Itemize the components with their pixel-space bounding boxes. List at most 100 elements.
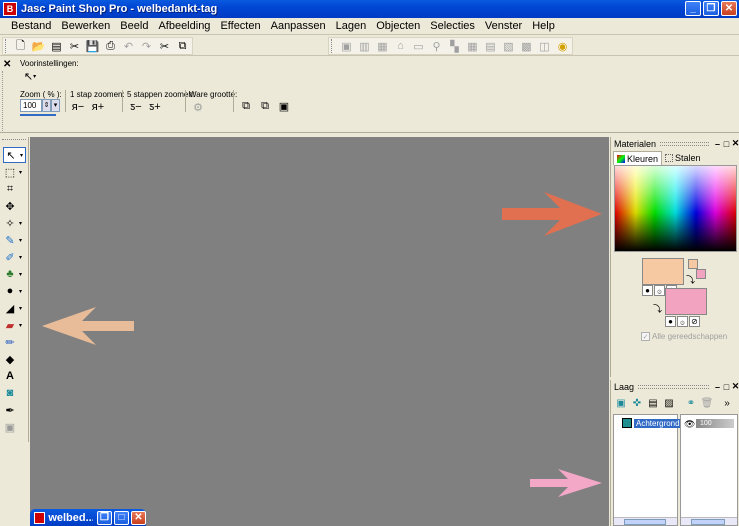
folder-icon[interactable]: ▭ [411, 39, 426, 54]
layers-close-icon[interactable]: ✕ [731, 381, 739, 392]
layers-icon[interactable]: ▤ [483, 39, 498, 54]
swap-materials-icon[interactable]: ⤵ [653, 302, 662, 315]
mini-background-swatch[interactable] [696, 269, 706, 279]
crop-tool[interactable]: ⌗ [3, 181, 26, 197]
new-vector-layer-icon[interactable]: ✜ [630, 396, 644, 410]
doc-maximize-button[interactable]: □ [114, 510, 129, 525]
fg-style-icon[interactable]: ● [642, 285, 653, 296]
new-raster-layer-icon[interactable]: ▣ [614, 396, 628, 410]
new-adjustment-layer-icon[interactable]: ▨ [662, 396, 676, 410]
picture-tube-tool[interactable]: ✏ [3, 334, 26, 350]
doc-close-button[interactable]: ✕ [131, 510, 146, 525]
materials-minimize-icon[interactable]: – [713, 139, 722, 149]
materials-grip[interactable] [660, 141, 709, 146]
overview-icon[interactable]: ▚ [447, 39, 462, 54]
menu-beeld[interactable]: Beeld [115, 20, 153, 32]
layer-props-scrollbar[interactable] [681, 517, 737, 525]
toolbar-grip-2[interactable] [331, 39, 334, 53]
menu-bestand[interactable]: Bestand [6, 20, 56, 32]
bg-texture-icon[interactable]: ۞ [677, 316, 688, 327]
more-options-icon[interactable]: » [720, 396, 734, 410]
visibility-eye-icon[interactable]: 👁 [684, 419, 695, 430]
scan-icon[interactable]: ✂ [67, 39, 82, 54]
menu-afbeelding[interactable]: Afbeelding [153, 20, 215, 32]
preset-pointer-icon[interactable]: ↖ ▾ [22, 69, 38, 83]
history-icon[interactable]: ▧ [501, 39, 516, 54]
object-selector-tool[interactable]: ▣ [3, 419, 26, 435]
tools-grip[interactable] [2, 139, 26, 142]
mini-foreground-swatch[interactable] [688, 259, 698, 269]
print-icon[interactable]: ⎙ [103, 39, 118, 54]
menu-objecten[interactable]: Objecten [371, 20, 425, 32]
color-spectrum[interactable] [614, 165, 737, 252]
stamp-icon[interactable]: ⌂ [393, 39, 408, 54]
options-close-icon[interactable]: ✕ [3, 59, 11, 70]
new-file-icon[interactable]: 🗋 [13, 39, 28, 54]
save-icon[interactable]: 💾 [85, 39, 100, 54]
bg-transparent-icon[interactable]: ⊘ [689, 316, 700, 327]
tab-kleuren[interactable]: Kleuren [613, 151, 663, 165]
fill-tool[interactable]: ◆ [3, 351, 26, 367]
open-file-icon[interactable]: 📂 [31, 39, 46, 54]
toolbar-grip[interactable] [5, 39, 8, 53]
histogram-icon[interactable]: ◫ [537, 39, 552, 54]
browse-icon[interactable]: ▤ [49, 39, 64, 54]
magic-wand-tool[interactable]: ✧ ▾ [3, 215, 26, 231]
selection-tool[interactable]: ⬚ ▾ [3, 164, 26, 180]
fg-texture-icon[interactable]: ۞ [654, 285, 665, 296]
swap-colors-icon[interactable]: ⤵ [686, 273, 695, 286]
zoom-in-five-icon[interactable]: ƽ+ [147, 100, 163, 114]
options-grip[interactable] [2, 71, 8, 131]
layers-grip[interactable] [638, 384, 709, 389]
all-tools-option[interactable]: ✓ Alle gereedschappen [641, 332, 727, 341]
menu-effecten[interactable]: Effecten [215, 20, 265, 32]
doc-restore-button[interactable]: ❐ [97, 510, 112, 525]
zoom-input[interactable]: 100 [20, 99, 42, 112]
dropper-tool[interactable]: ✎ ▾ [3, 232, 26, 248]
pointer-tool[interactable]: ↖ ▾ [3, 147, 26, 163]
zoom-spinner[interactable]: ⇕ [42, 99, 51, 112]
new-mask-layer-icon[interactable]: ▤ [646, 396, 660, 410]
layers-minimize-icon[interactable]: – [713, 382, 722, 392]
all-tools-checkbox[interactable]: ✓ [641, 332, 650, 341]
close-button[interactable]: ✕ [721, 1, 737, 16]
dodge-tool[interactable]: ● ▾ [3, 283, 26, 299]
delete-icon[interactable]: ▥ [357, 39, 372, 54]
copy-icon[interactable]: ⧉ [175, 39, 190, 54]
background-swatch[interactable] [665, 288, 707, 315]
menu-selecties[interactable]: Selecties [425, 20, 480, 32]
undo-icon[interactable]: ↶ [121, 39, 136, 54]
redo-icon[interactable]: ↷ [139, 39, 154, 54]
materials-maximize-icon[interactable]: □ [722, 139, 731, 149]
move-tool[interactable]: ✥ [3, 198, 26, 214]
zoom-out-five-icon[interactable]: ƽ− [128, 100, 144, 114]
grid-icon[interactable]: ▦ [465, 39, 480, 54]
menu-help[interactable]: Help [527, 20, 560, 32]
text-tool[interactable]: A [3, 368, 26, 384]
app-icon[interactable]: B [3, 2, 17, 16]
fit-screen-icon[interactable]: ▣ [276, 99, 292, 113]
fit-window-icon[interactable]: ⧉ [238, 99, 254, 113]
minimize-button[interactable]: _ [685, 1, 701, 16]
eraser-tool[interactable]: ▰ ▾ [3, 317, 26, 333]
opacity-slider[interactable]: 100 [696, 419, 734, 428]
delete-layer-icon[interactable]: 🗑 [700, 396, 714, 410]
layer-list-scrollbar[interactable] [614, 517, 677, 525]
link-layer-icon[interactable]: ⚭ [684, 396, 698, 410]
paste-icon[interactable]: ▣ [339, 39, 354, 54]
fit-image-icon[interactable]: ⧉ [257, 99, 273, 113]
mixer-icon[interactable]: ▩ [519, 39, 534, 54]
minimized-document[interactable]: welbed... ❐ □ ✕ [30, 509, 146, 526]
foreground-swatch[interactable] [642, 258, 684, 285]
layer-props-scroll-thumb[interactable] [691, 519, 725, 525]
clone-tool[interactable]: ♣ ▾ [3, 266, 26, 282]
clipboard-icon[interactable]: ▦ [375, 39, 390, 54]
menu-aanpassen[interactable]: Aanpassen [266, 20, 331, 32]
bg-style-icon[interactable]: ● [665, 316, 676, 327]
cut-icon[interactable]: ✂ [157, 39, 172, 54]
menu-bewerken[interactable]: Bewerken [56, 20, 115, 32]
materials-close-icon[interactable]: ✕ [731, 138, 739, 149]
layers-maximize-icon[interactable]: □ [722, 382, 731, 392]
zoom-in-one-icon[interactable]: ᴙ+ [90, 100, 106, 114]
zoom-dropdown[interactable]: ▾ [51, 99, 60, 112]
